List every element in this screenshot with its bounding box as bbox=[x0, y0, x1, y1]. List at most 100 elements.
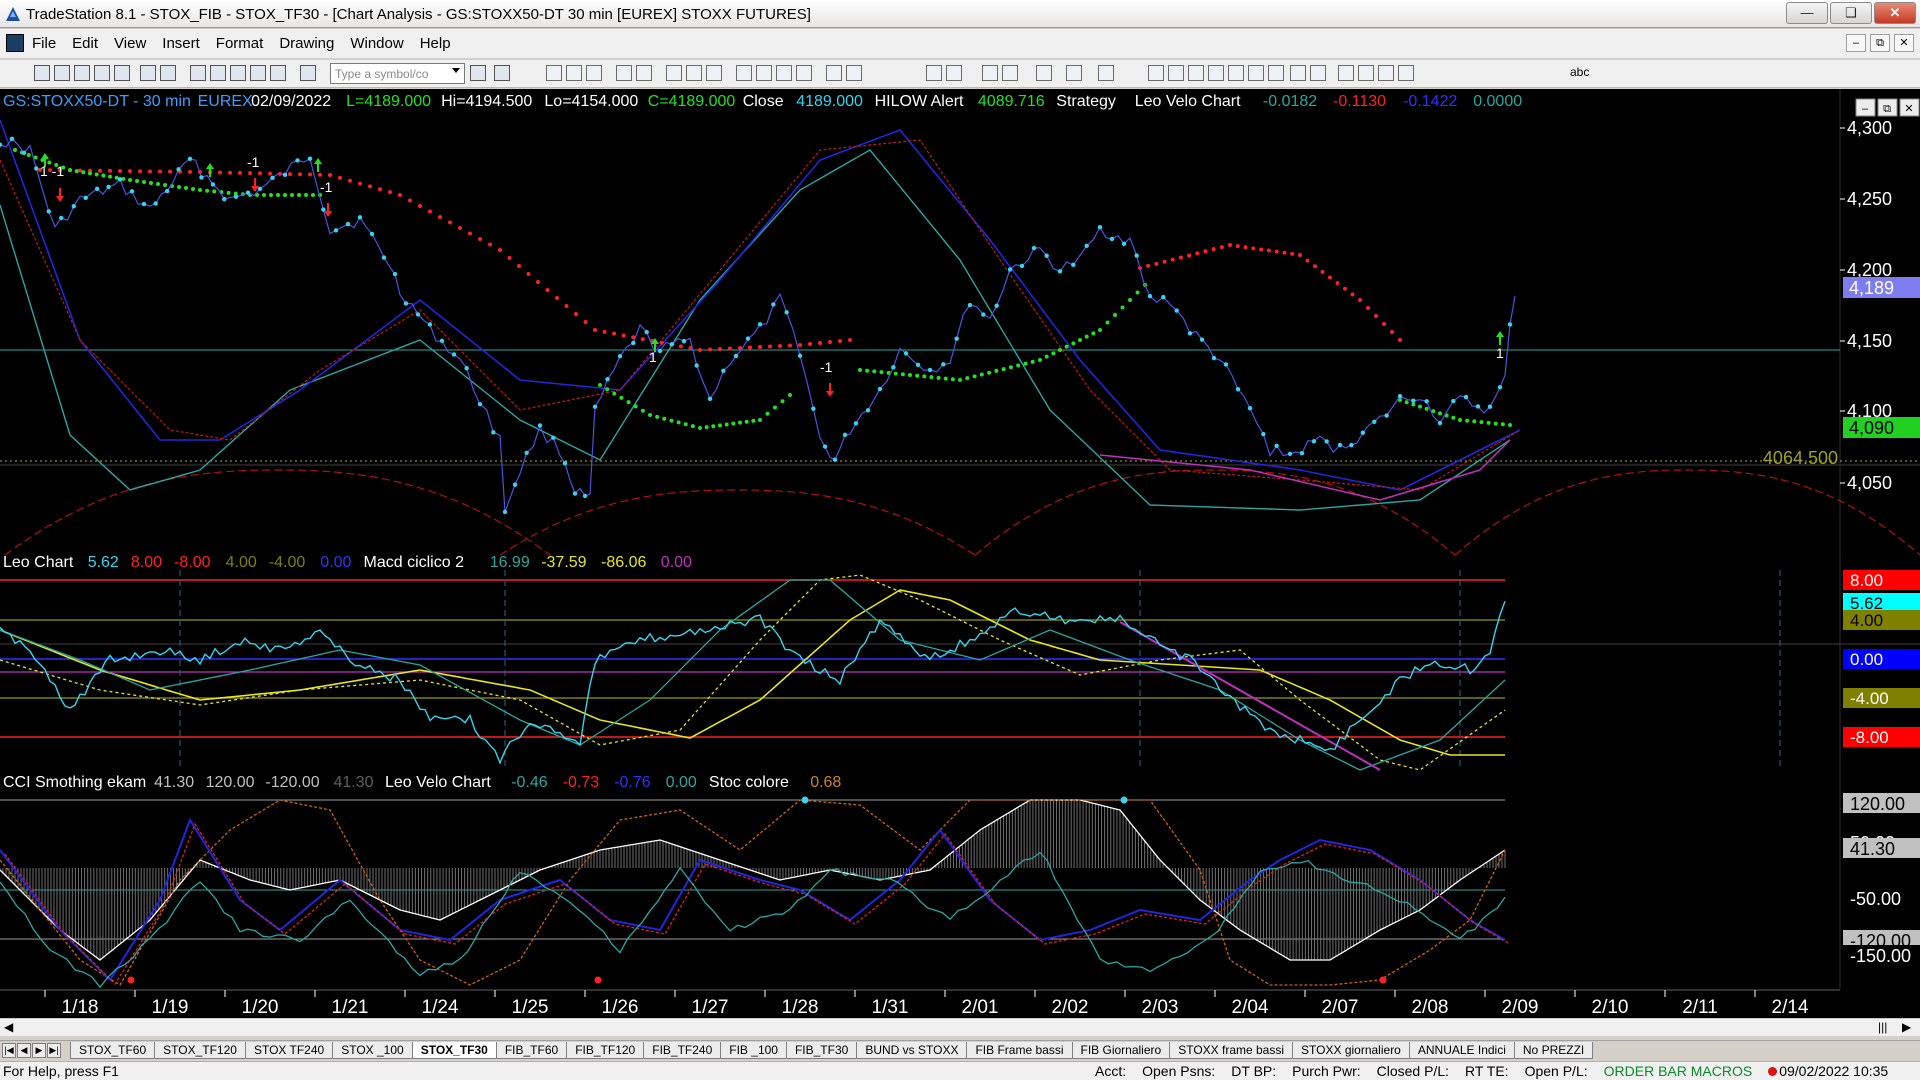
macro-icon[interactable] bbox=[300, 65, 316, 81]
hline-icon[interactable] bbox=[1168, 65, 1184, 81]
matrix-icon[interactable] bbox=[586, 65, 602, 81]
tradebar-icon[interactable] bbox=[736, 65, 752, 81]
new-icon[interactable] bbox=[34, 65, 50, 81]
channel-icon[interactable] bbox=[1228, 65, 1244, 81]
sheet-tab[interactable]: FIB_TF30 bbox=[785, 1042, 858, 1059]
first-tab-icon[interactable]: |◀ bbox=[2, 1043, 16, 1058]
menu-insert[interactable]: Insert bbox=[162, 35, 200, 52]
close-button[interactable]: ✕ bbox=[1874, 2, 1916, 24]
chart-canvas[interactable]: – ⧉ ✕ 1 -1 -1 -1 1 -1 1 GS:STOXX50-DT - 30 min EUR… bbox=[0, 89, 1920, 1022]
rectangle-icon[interactable] bbox=[1398, 65, 1414, 81]
zoom-in-icon[interactable] bbox=[926, 65, 942, 81]
sheet-tab[interactable]: FIB_TF60 bbox=[495, 1042, 568, 1059]
price-point bbox=[1424, 399, 1429, 404]
symbol-input[interactable]: Type a symbol/co bbox=[330, 63, 465, 84]
sheet-tab[interactable]: FIB Frame bassi bbox=[966, 1042, 1073, 1059]
tools-icon[interactable] bbox=[1036, 65, 1052, 81]
text-tool-icon[interactable]: abc bbox=[1570, 65, 1589, 79]
lock-icon[interactable] bbox=[230, 65, 246, 81]
downarrow-icon[interactable] bbox=[1358, 65, 1374, 81]
menu-view[interactable]: View bbox=[114, 35, 146, 52]
scroll-right-icon[interactable]: ▶ bbox=[1902, 1020, 1911, 1034]
trend-icon[interactable] bbox=[756, 65, 772, 81]
symbol-lookup-icon[interactable] bbox=[494, 65, 510, 81]
stop-dot-green bbox=[108, 174, 112, 179]
sheet-tab[interactable]: ANNUALE Indici bbox=[1408, 1042, 1515, 1059]
minimize-button[interactable]: — bbox=[1786, 2, 1828, 24]
hot-list-icon[interactable] bbox=[666, 65, 682, 81]
sheet-tab[interactable]: FIB Giornaliero bbox=[1071, 1042, 1171, 1059]
scanner-icon[interactable] bbox=[616, 65, 632, 81]
copy-icon[interactable] bbox=[190, 65, 206, 81]
sheet-tab[interactable]: STOX_TF60 bbox=[70, 1042, 156, 1059]
chart-icon[interactable] bbox=[546, 65, 562, 81]
pointer-icon[interactable] bbox=[982, 65, 998, 81]
fib-icon[interactable] bbox=[1208, 65, 1224, 81]
sheet-tab[interactable]: FIB_TF240 bbox=[643, 1042, 722, 1059]
mdi-restore-button[interactable]: ⧉ bbox=[1870, 34, 1890, 52]
sheet-tab[interactable]: No PREZZI bbox=[1513, 1042, 1594, 1059]
browser-icon[interactable] bbox=[270, 65, 286, 81]
menu-drawing[interactable]: Drawing bbox=[279, 35, 334, 52]
new-workspace-icon[interactable] bbox=[94, 65, 110, 81]
order-bar-macros[interactable]: ORDER BAR MACROS bbox=[1604, 1063, 1753, 1079]
sheet-tab[interactable]: STOX_TF30 bbox=[411, 1042, 497, 1059]
radar-icon[interactable] bbox=[566, 65, 582, 81]
sheet-tab[interactable]: STOXX giornaliero bbox=[1292, 1042, 1410, 1059]
options-icon[interactable] bbox=[636, 65, 652, 81]
ellipse-icon[interactable] bbox=[1378, 65, 1394, 81]
sheet-tab[interactable]: FIB_TF120 bbox=[566, 1042, 645, 1059]
pen-icon[interactable] bbox=[1310, 65, 1326, 81]
sheet-tab[interactable]: STOXX frame bassi bbox=[1169, 1042, 1294, 1059]
histogram-icon[interactable] bbox=[776, 65, 792, 81]
last-tab-icon[interactable]: ▶| bbox=[47, 1043, 61, 1058]
portfolio-icon[interactable] bbox=[706, 65, 722, 81]
arc-icon[interactable] bbox=[1290, 65, 1306, 81]
symbol-dropdown-icon[interactable] bbox=[452, 68, 460, 73]
chart-horizontal-scrollbar[interactable]: ◀ ||| ▶ bbox=[0, 1018, 1920, 1036]
sheet-tab[interactable]: FIB _100 bbox=[720, 1042, 787, 1059]
uparrow-icon[interactable] bbox=[1338, 65, 1354, 81]
sheet-tab[interactable]: STOX _100 bbox=[332, 1042, 413, 1059]
next-tab-icon[interactable]: ▶ bbox=[32, 1043, 46, 1058]
stop-dot-red bbox=[358, 181, 362, 186]
news-icon[interactable] bbox=[250, 65, 266, 81]
paste-icon[interactable] bbox=[210, 65, 226, 81]
hilite-icon[interactable] bbox=[826, 65, 842, 81]
menu-help[interactable]: Help bbox=[420, 35, 451, 52]
save-icon[interactable] bbox=[140, 65, 156, 81]
go-arrow-icon[interactable] bbox=[470, 65, 486, 81]
print-icon[interactable] bbox=[160, 65, 176, 81]
vline-icon[interactable] bbox=[1188, 65, 1204, 81]
scroll-handle-icon[interactable]: ||| bbox=[1878, 1020, 1887, 1034]
scroll-left-icon[interactable]: ◀ bbox=[4, 1020, 13, 1034]
crosshair-icon[interactable] bbox=[1002, 65, 1018, 81]
time-sales-icon[interactable] bbox=[686, 65, 702, 81]
chart-analysis-window[interactable]: – ⧉ ✕ 1 -1 -1 -1 1 -1 1 GS:STOXX50-DT - 30 min EUR… bbox=[0, 89, 1920, 1022]
save-workspace-icon[interactable] bbox=[114, 65, 130, 81]
bar-interval-icon[interactable] bbox=[846, 65, 862, 81]
chart-window-icon[interactable] bbox=[6, 34, 24, 52]
indicator-icon[interactable] bbox=[796, 65, 812, 81]
sheet-tab[interactable]: STOX_TF120 bbox=[154, 1042, 246, 1059]
price-point bbox=[1437, 420, 1443, 426]
open-icon[interactable] bbox=[54, 65, 70, 81]
arrow-icon[interactable] bbox=[1248, 65, 1264, 81]
price-header-item: Hi=4194.500 bbox=[441, 93, 532, 110]
menu-edit[interactable]: Edit bbox=[72, 35, 98, 52]
menu-file[interactable]: File bbox=[32, 35, 56, 52]
open-workspace-icon[interactable] bbox=[74, 65, 90, 81]
zoom-out-icon[interactable] bbox=[946, 65, 962, 81]
prev-tab-icon[interactable]: ◀ bbox=[17, 1043, 31, 1058]
gann-icon[interactable] bbox=[1268, 65, 1284, 81]
mdi-close-button[interactable]: ✕ bbox=[1894, 34, 1914, 52]
trendline-icon[interactable] bbox=[1148, 65, 1164, 81]
sheet-tab[interactable]: STOX TF240 bbox=[244, 1042, 334, 1059]
format-icon[interactable] bbox=[1066, 65, 1082, 81]
snap-icon[interactable] bbox=[1098, 65, 1114, 81]
menu-window[interactable]: Window bbox=[350, 35, 403, 52]
menu-format[interactable]: Format bbox=[216, 35, 264, 52]
maximize-button[interactable]: ❏ bbox=[1830, 2, 1872, 24]
mdi-minimize-button[interactable]: – bbox=[1846, 34, 1866, 52]
sheet-tab[interactable]: BUND vs STOXX bbox=[856, 1042, 968, 1059]
